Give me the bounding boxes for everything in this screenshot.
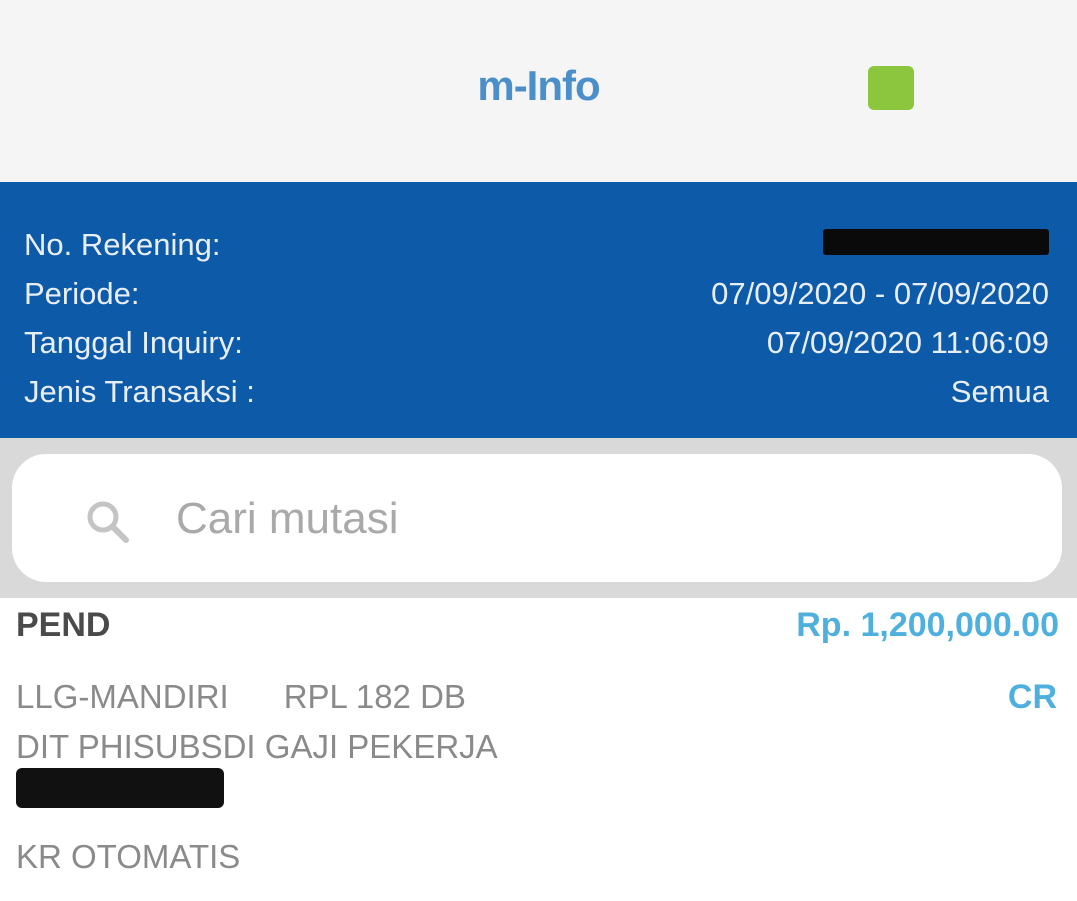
info-row-inquiry-date: Tanggal Inquiry: 07/09/2020 11:06:09 — [24, 318, 1049, 367]
info-value: Semua — [950, 373, 1049, 409]
info-row-period: Periode: 07/09/2020 - 07/09/2020 — [24, 269, 1049, 318]
app-header: m-Info — [0, 0, 1077, 182]
account-number-masked — [823, 227, 1049, 263]
masked-value — [823, 228, 1049, 255]
account-info-panel: No. Rekening: Periode: 07/09/2020 - 07/0… — [0, 182, 1077, 438]
search-input[interactable] — [174, 484, 1038, 554]
info-label: Jenis Transaksi : — [24, 373, 255, 409]
search-section — [0, 438, 1077, 598]
info-row-account-number: No. Rekening: — [24, 220, 1049, 269]
search-icon — [82, 496, 132, 546]
status-indicator — [868, 66, 914, 110]
transaction-detail-line-2: DIT PHISUBSDI GAJI PEKERJA — [16, 728, 498, 765]
transaction-list: PEND Rp. 1,200,000.00 LLG-MANDIRI RPL 18… — [0, 598, 1077, 901]
account-info-rows: No. Rekening: Periode: 07/09/2020 - 07/0… — [24, 220, 1049, 416]
info-value: 07/09/2020 - 07/09/2020 — [711, 275, 1049, 311]
transaction-amount: Rp. 1,200,000.00 — [796, 606, 1059, 644]
transaction-date: PEND — [16, 606, 111, 644]
info-row-transaction-type: Jenis Transaksi : Semua — [24, 367, 1049, 416]
transaction-description: KR OTOMATIS — [16, 838, 241, 875]
info-value: 07/09/2020 11:06:09 — [766, 324, 1049, 360]
transaction-type: CR — [1007, 678, 1057, 716]
app-title: m-Info — [477, 62, 600, 109]
masked-reference — [16, 768, 224, 808]
transaction-detail-line-1: LLG-MANDIRI RPL 182 DB — [16, 678, 466, 715]
info-label: Tanggal Inquiry: — [24, 324, 243, 360]
info-label: Periode: — [24, 275, 140, 311]
search-box[interactable] — [12, 454, 1062, 582]
info-label: No. Rekening: — [24, 226, 221, 262]
